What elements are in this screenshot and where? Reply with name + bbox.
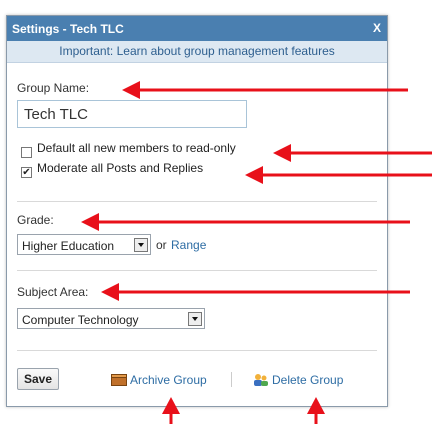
arrow-icon — [307, 397, 325, 424]
arrow-icon — [101, 283, 410, 301]
arrow-icon — [122, 81, 408, 99]
arrow-icon — [162, 397, 180, 424]
arrow-icon — [273, 144, 432, 162]
arrow-icon — [245, 166, 432, 184]
arrow-icon — [81, 213, 410, 231]
annotation-overlay — [81, 81, 432, 424]
